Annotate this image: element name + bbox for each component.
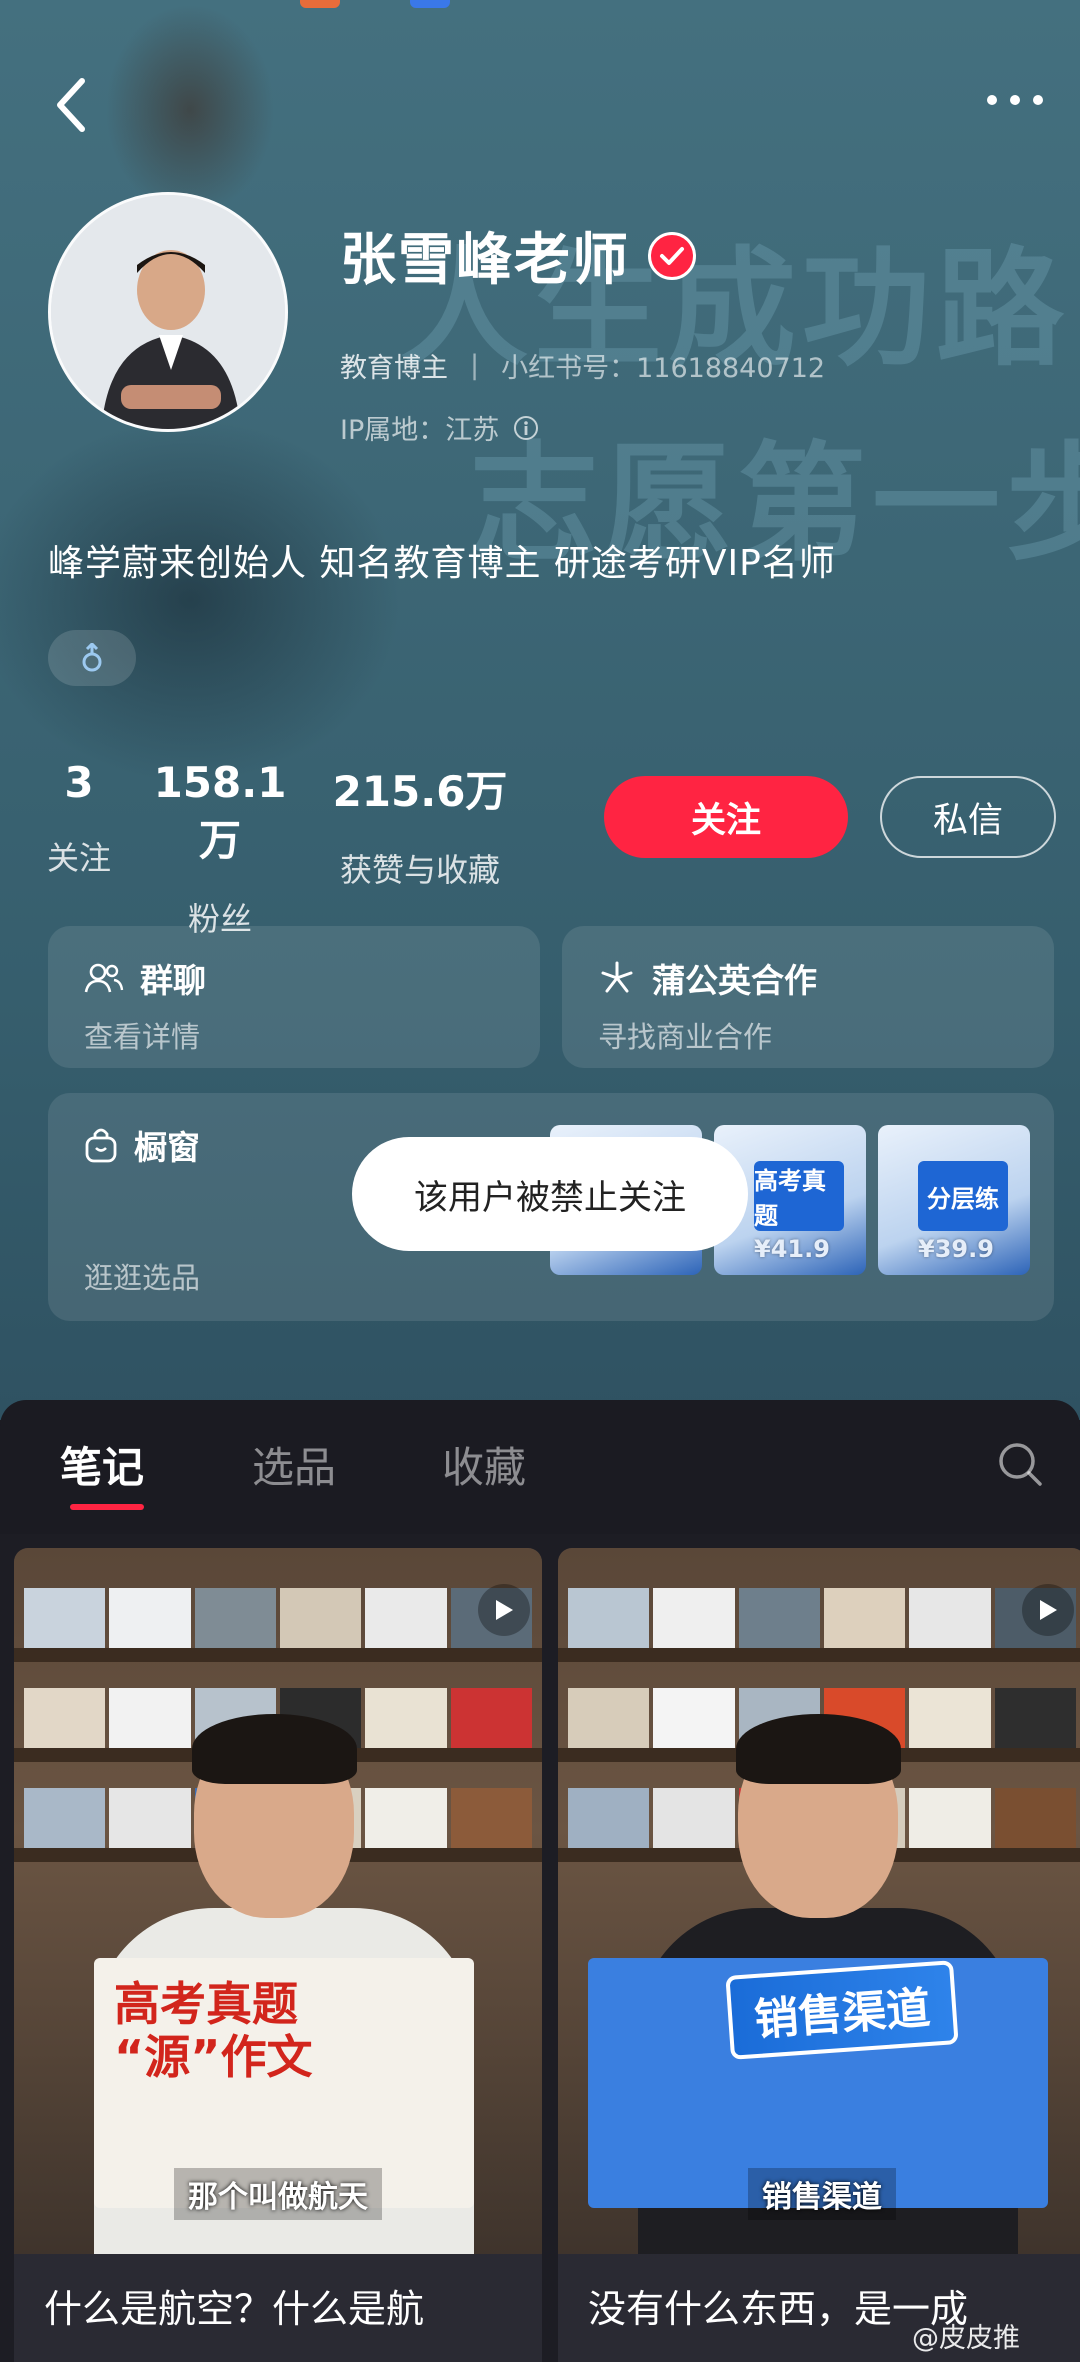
video-banner: 销售渠道 (725, 1960, 959, 2060)
verified-icon (648, 231, 696, 280)
likes-label: 获赞与收藏 (339, 851, 500, 889)
bag-icon (84, 1126, 118, 1164)
avatar[interactable] (48, 192, 288, 432)
group-chat-card[interactable]: 群聊 查看详情 (48, 926, 540, 1068)
pinwheel-icon (598, 959, 636, 997)
watermark: @皮皮推 (912, 2323, 1020, 2354)
more-options-button[interactable] (975, 80, 1055, 120)
stat-following[interactable]: 3 关注 (44, 758, 114, 879)
meta-divider: | (470, 350, 480, 381)
note-card[interactable]: 高考真题 “源”作文 那个叫做航天 什么是航空？什么是航 (14, 1548, 542, 2362)
product-price: ¥41.9 (754, 1235, 830, 1263)
group-chat-sub: 查看详情 (84, 1020, 201, 1054)
ip-label: IP属地：江苏 (340, 415, 500, 446)
name-row: 张雪峰老师 (340, 215, 696, 296)
profile-bio: 峰学蔚来创始人 知名教育博主 研途考研VIP名师 (48, 543, 836, 584)
profile-meta: 教育博主 | 小红书号：11618840712 (340, 346, 825, 385)
avatar-image (51, 195, 285, 429)
product-cover: 分层练 (918, 1161, 1008, 1231)
tab-collect[interactable]: 收藏 (442, 1434, 526, 1495)
following-label: 关注 (46, 839, 111, 877)
product-cover: 高考真题 (754, 1161, 844, 1231)
group-chat-label: 群聊 (140, 961, 206, 1000)
product-price: ¥39.9 (918, 1235, 994, 1263)
play-icon (478, 1584, 530, 1636)
shop-sub: 逛逛选品 (84, 1261, 201, 1295)
chevron-left-icon (57, 78, 85, 132)
tab-notes[interactable]: 笔记 (60, 1434, 144, 1495)
search-button[interactable] (996, 1440, 1052, 1496)
likes-count: 215.6万 (332, 767, 508, 816)
male-icon (82, 643, 102, 672)
follow-button[interactable]: 关注 (604, 776, 848, 858)
product-item[interactable]: 分层练 ¥39.9 (878, 1125, 1030, 1275)
stat-likes[interactable]: 215.6万 获赞与收藏 (330, 758, 510, 891)
message-button[interactable]: 私信 (880, 776, 1056, 858)
back-button[interactable] (40, 70, 100, 140)
video-caption: 销售渠道 (748, 2168, 896, 2220)
group-chat-title: 群聊 (84, 954, 206, 1002)
tab-picks[interactable]: 选品 (252, 1434, 336, 1495)
status-bar (0, 0, 1080, 12)
play-icon (1022, 1584, 1074, 1636)
more-dots-icon (987, 95, 1043, 105)
search-icon (999, 1443, 1042, 1486)
note-card[interactable]: 销售渠道 销售渠道 没有什么东西，是一成 (558, 1548, 1080, 2362)
business-sub: 寻找商业合作 (598, 1020, 773, 1054)
business-card[interactable]: 蒲公英合作 寻找商业合作 (562, 926, 1054, 1068)
content-tabs: 笔记 选品 收藏 (0, 1400, 1080, 1534)
group-icon (84, 962, 124, 994)
business-label: 蒲公英合作 (652, 961, 817, 1000)
toast-message: 该用户被禁止关注 (352, 1137, 748, 1251)
profile-id: 小红书号：11618840712 (501, 353, 826, 384)
note-title: 什么是航空？什么是航 (44, 2287, 425, 2331)
gender-tag (48, 630, 136, 686)
profile-role: 教育博主 (340, 353, 448, 384)
note-thumbnail: 高考真题 “源”作文 那个叫做航天 (14, 1548, 542, 2254)
shop-title: 橱窗 (84, 1121, 200, 1169)
ip-location: IP属地：江苏 (340, 408, 539, 447)
book-title-2: “源”作文 (114, 2029, 313, 2084)
video-caption: 那个叫做航天 (174, 2168, 382, 2220)
shop-label: 橱窗 (134, 1128, 200, 1167)
info-icon[interactable] (513, 415, 539, 441)
business-title: 蒲公英合作 (598, 954, 817, 1002)
note-thumbnail: 销售渠道 销售渠道 (558, 1548, 1080, 2254)
profile-name: 张雪峰老师 (340, 228, 630, 293)
tab-active-indicator (70, 1504, 144, 1510)
book-title-1: 高考真题 (114, 1977, 298, 2031)
stat-fans[interactable]: 158.1万 粉丝 (135, 758, 305, 940)
fans-count: 158.1万 (153, 758, 287, 865)
following-count: 3 (64, 758, 94, 807)
